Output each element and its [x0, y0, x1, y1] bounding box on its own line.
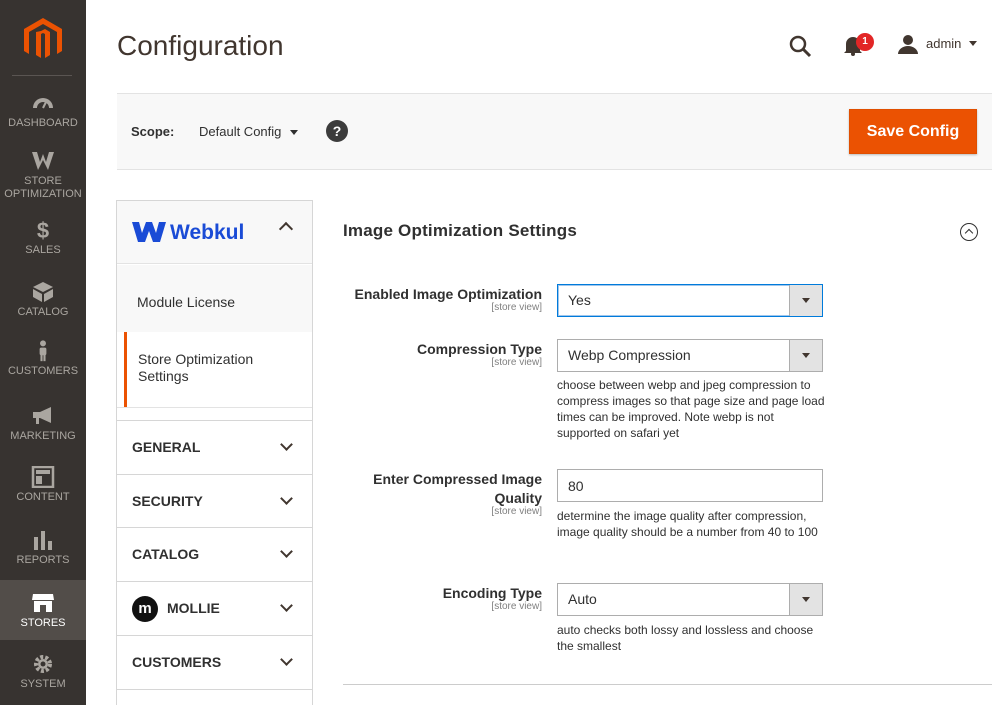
mollie-icon: m: [132, 596, 158, 622]
layout-icon: [31, 466, 55, 488]
magento-logo[interactable]: [24, 18, 62, 60]
page-title: Configuration: [117, 30, 284, 61]
sidebar-item-dashboard[interactable]: DASHBOARD: [0, 92, 86, 130]
fieldset-title[interactable]: Image Optimization Settings: [343, 221, 577, 241]
chevron-down-icon[interactable]: [969, 41, 977, 46]
svg-text:$: $: [37, 219, 49, 241]
chevron-down-icon[interactable]: [290, 130, 298, 135]
section-label: MOLLIE: [167, 600, 220, 616]
field-label-compressed-image-quality: Enter Compressed Image Quality: [373, 471, 542, 506]
sidebar-item-label: SYSTEM: [20, 678, 66, 690]
sidebar-item-catalog[interactable]: CATALOG: [0, 281, 86, 319]
dollar-icon: $: [37, 219, 49, 241]
section-label: GENERAL: [132, 439, 201, 455]
compressed-image-quality-input[interactable]: [557, 469, 823, 502]
chevron-down-icon: [280, 438, 293, 451]
tab-store-optimization-settings[interactable]: Store Optimization Settings: [124, 332, 312, 407]
compression-type-select[interactable]: Webp Compression: [557, 339, 823, 372]
tab-divider: [117, 407, 312, 420]
field-scope: [store view]: [491, 357, 542, 368]
sidebar-item-label: DASHBOARD: [8, 117, 78, 129]
webkul-brand: Webkul: [170, 221, 245, 244]
compression-type-note: choose between webp and jpeg compression…: [557, 378, 825, 440]
section-label: CATALOG: [132, 546, 200, 562]
section-security[interactable]: SECURITY: [117, 474, 312, 528]
person-icon: [39, 340, 47, 362]
compressed-image-quality-note: determine the image quality after compre…: [557, 509, 818, 539]
search-icon[interactable]: [788, 34, 812, 58]
encoding-type-note: auto checks both lossy and lossless and …: [557, 623, 814, 653]
webkul-logo-icon: [132, 222, 166, 242]
select-value: Yes: [568, 292, 591, 308]
gear-icon: [34, 655, 52, 673]
sidebar-item-label: SALES: [25, 244, 61, 256]
sidebar-item-store-optimization[interactable]: STORE OPTIMIZATION: [0, 150, 86, 201]
sidebar-item-label: CONTENT: [16, 491, 70, 503]
scope-label: Scope:: [131, 124, 175, 139]
select-value: Auto: [568, 591, 597, 607]
scope-switcher[interactable]: Default Config: [199, 124, 281, 139]
megaphone-icon: [33, 407, 51, 424]
sidebar-item-label: MARKETING: [10, 430, 76, 442]
section-general[interactable]: GENERAL: [117, 420, 312, 474]
sidebar-item-system[interactable]: SYSTEM: [0, 653, 86, 691]
chevron-up-icon[interactable]: [278, 221, 294, 237]
sidebar-item-label: CUSTOMERS: [7, 365, 79, 377]
sidebar-divider: [12, 75, 72, 76]
help-icon[interactable]: ?: [326, 120, 348, 142]
field-scope: [store view]: [491, 506, 542, 517]
select-value: Webp Compression: [568, 347, 691, 363]
sidebar-item-marketing[interactable]: MARKETING: [0, 405, 86, 443]
field-scope: [store view]: [491, 601, 542, 612]
config-tabs: Webkul Module License Store Optimization…: [116, 200, 313, 705]
bar-chart-icon: [34, 531, 52, 550]
enabled-image-optimization-select[interactable]: Yes: [557, 284, 823, 317]
sidebar-item-label: STORE OPTIMIZATION: [4, 175, 82, 200]
select-arrow-icon: [789, 285, 822, 316]
encoding-type-select[interactable]: Auto: [557, 583, 823, 616]
sidebar-item-reports[interactable]: REPORTS: [0, 529, 86, 567]
chevron-down-icon: [280, 653, 293, 666]
sidebar-item-stores[interactable]: STORES: [0, 580, 86, 640]
section-customers[interactable]: CUSTOMERS: [117, 635, 312, 689]
sidebar-item-customers[interactable]: CUSTOMERS: [0, 340, 86, 378]
section-mollie[interactable]: m MOLLIE: [117, 581, 312, 635]
dashboard-icon: [33, 98, 53, 109]
notification-badge[interactable]: 1: [856, 33, 874, 51]
chevron-down-icon: [280, 599, 293, 612]
webkul-icon: [32, 152, 54, 170]
sidebar-item-label: STORES: [20, 617, 66, 629]
section-next: [117, 689, 312, 705]
section-label: SECURITY: [132, 493, 203, 509]
select-arrow-icon: [789, 340, 822, 371]
save-config-button[interactable]: Save Config: [849, 109, 977, 154]
collapse-toggle-icon[interactable]: [960, 223, 978, 241]
admin-sidebar: DASHBOARD STORE OPTIMIZATION $ SALES CAT…: [0, 0, 86, 705]
sidebar-item-content[interactable]: CONTENT: [0, 466, 86, 504]
sidebar-item-label: REPORTS: [16, 554, 70, 566]
sidebar-item-sales[interactable]: $ SALES: [0, 219, 86, 257]
section-catalog[interactable]: CATALOG: [117, 527, 312, 581]
select-arrow-icon: [789, 584, 822, 615]
user-icon[interactable]: [898, 34, 918, 54]
fieldset-divider: [343, 684, 992, 685]
tab-module-license[interactable]: Module License: [117, 265, 312, 332]
section-label: CUSTOMERS: [132, 654, 222, 670]
tab-label: Store Optimization Settings: [138, 351, 254, 384]
admin-user-menu[interactable]: admin: [926, 36, 961, 51]
box-icon: [33, 282, 53, 302]
sidebar-item-label: CATALOG: [17, 306, 69, 318]
tab-group-webkul[interactable]: Webkul: [117, 201, 312, 264]
chevron-down-icon: [280, 545, 293, 558]
store-icon: [32, 594, 54, 612]
tab-label: Module License: [137, 294, 236, 310]
chevron-down-icon: [280, 492, 293, 505]
field-scope: [store view]: [491, 302, 542, 313]
